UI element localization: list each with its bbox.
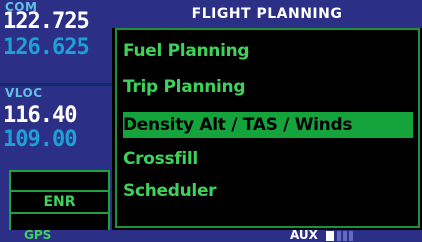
- gps-display: COM 122.725 126.625 VLOC 116.40 109.00 E…: [0, 0, 422, 242]
- status-bar: GPS AUX: [0, 228, 422, 242]
- page-title: FLIGHT PLANNING: [112, 0, 422, 28]
- menu-item-fuel-planning[interactable]: Fuel Planning: [123, 38, 250, 64]
- frequency-panel: COM 122.725 126.625 VLOC 116.40 109.00 E…: [0, 0, 112, 242]
- vloc-label: VLOC: [5, 86, 43, 100]
- menu-item-crossfill[interactable]: Crossfill: [123, 146, 198, 172]
- vloc-active-frequency[interactable]: 116.40: [3, 103, 77, 128]
- main-page: FLIGHT PLANNING Fuel Planning Trip Plann…: [112, 0, 422, 230]
- mode-indicator: GPS: [24, 228, 52, 242]
- page-indicator: [349, 231, 353, 241]
- page-indicator: [337, 231, 341, 241]
- cdi-scale-box: ENR: [9, 170, 110, 232]
- com-active-frequency[interactable]: 122.725: [3, 9, 90, 34]
- vloc-standby-frequency[interactable]: 109.00: [3, 127, 77, 152]
- page-indicator-current: [326, 231, 334, 241]
- menu-item-density-alt[interactable]: Density Alt / TAS / Winds: [123, 112, 413, 138]
- menu-panel: Fuel Planning Trip Planning Density Alt …: [115, 28, 420, 228]
- page-group-label: AUX: [290, 228, 318, 242]
- page-indicator: [343, 231, 347, 241]
- divider: [11, 212, 108, 214]
- cdi-mode: ENR: [43, 194, 76, 210]
- menu-item-scheduler[interactable]: Scheduler: [123, 178, 217, 204]
- menu-item-trip-planning[interactable]: Trip Planning: [123, 74, 246, 100]
- com-standby-frequency[interactable]: 126.625: [3, 35, 90, 60]
